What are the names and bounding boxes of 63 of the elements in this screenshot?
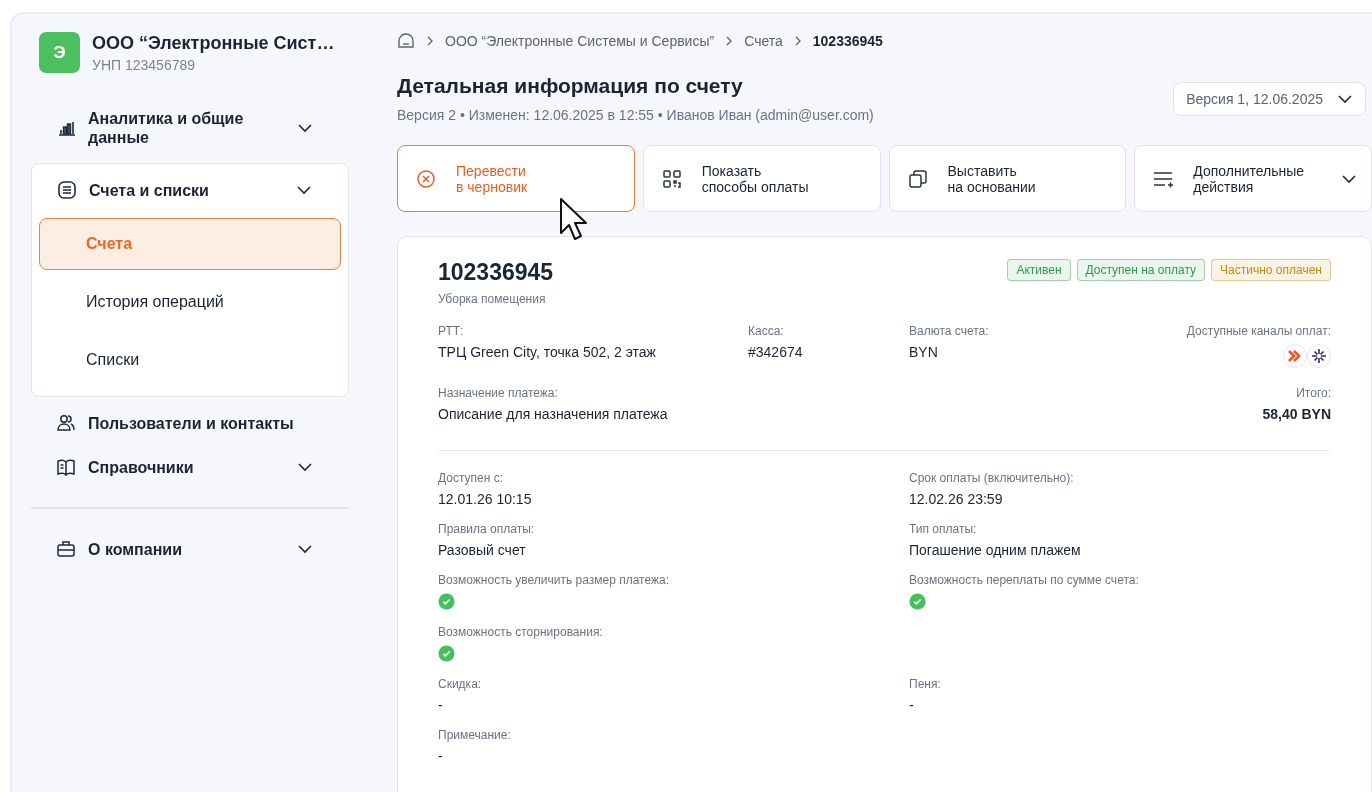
status-badge: Частично оплачен — [1211, 259, 1331, 281]
field-label: Доступен с: — [438, 471, 505, 485]
field-label: Правила оплаты: — [438, 522, 536, 536]
field-label: Возможность увеличить размер платежа: — [438, 573, 670, 587]
company-name: ООО “Электронные Сист… — [92, 32, 335, 54]
breadcrumb-link[interactable]: 102336945 — [812, 33, 883, 49]
field-value: #342674 — [748, 344, 804, 360]
briefcase-icon — [56, 539, 76, 559]
version-info: Версия 2 • Изменен: 12.06.2025 в 12:55 • Иванов Иван (admin@user.com) — [397, 107, 874, 123]
field-label: Касса: — [748, 324, 785, 338]
action-button[interactable]: Показать способы оплаты — [642, 145, 881, 212]
sidebar-item[interactable]: Пользователи и контакты — [31, 401, 349, 445]
field-label: Итого: — [1296, 386, 1331, 400]
total-amount: 58,40 BYN — [1262, 406, 1331, 422]
sidebar-item[interactable]: Счета и списки — [39, 168, 341, 212]
field-label: Примечание: — [438, 728, 512, 742]
field-value: BYN — [909, 344, 939, 360]
field-value: - — [909, 697, 915, 713]
field-value: - — [438, 748, 444, 764]
field-label: Назначение платежа: — [438, 386, 559, 400]
field-value: Описание для назначения платежа — [438, 406, 669, 422]
users-icon — [56, 413, 76, 433]
double-chevron-logo-icon — [1283, 344, 1307, 368]
field-label: Тип оплаты: — [909, 522, 978, 536]
field-label: Срок оплаты (включительно): — [909, 471, 1075, 485]
field-value: ТРЦ Green City, точка 502, 2 этаж — [438, 344, 657, 360]
field-label: Доступные каналы оплат: — [1186, 324, 1331, 338]
sidebar-item[interactable]: Справочники — [31, 445, 349, 489]
field-value: - — [438, 697, 444, 713]
sidebar-item[interactable]: О компании — [31, 527, 349, 571]
book-icon — [56, 457, 76, 477]
sidebar-subitem[interactable]: Списки — [39, 334, 341, 386]
field-label: Скидка: — [438, 677, 483, 691]
field-label: РТТ: — [438, 324, 465, 338]
field-label: Валюта счета: — [909, 324, 989, 338]
copy-icon — [907, 168, 928, 189]
field-label: Возможность переплаты по сумме счета: — [909, 573, 1140, 587]
chevron-right-icon — [425, 36, 435, 46]
status-badge: Доступен на оплату — [1076, 259, 1206, 281]
breadcrumb-link[interactable]: Счета — [744, 33, 783, 49]
cancel-circle-icon — [416, 168, 436, 189]
page-title: Детальная информация по счету — [397, 74, 744, 98]
action-button[interactable]: Дополнительные действия — [1134, 145, 1372, 212]
qr-code-icon — [661, 168, 682, 189]
field-value: Разовый счет — [438, 542, 527, 558]
field-value: Погашение одним плажем — [909, 542, 1082, 558]
company-unp: УНП 123456789 — [92, 56, 197, 73]
invoice-description: Уборка помещения — [438, 292, 547, 306]
invoice-number: 102336945 — [438, 259, 554, 286]
status-badge: Активен — [1007, 259, 1071, 281]
field-value: 12.01.26 10:15 — [438, 491, 533, 507]
sidebar-item[interactable]: Аналитика и общие данные — [31, 97, 349, 159]
list-icon — [57, 180, 77, 200]
home-icon[interactable] — [397, 32, 415, 50]
company-avatar: Э — [39, 32, 80, 73]
version-select[interactable]: Версия 1, 12.06.2025 — [1173, 82, 1366, 116]
action-button[interactable]: Выставить на основании — [888, 145, 1127, 212]
field-value: 12.02.26 23:59 — [909, 491, 1004, 507]
field-label: Пеня: — [909, 677, 942, 691]
field-label: Возможность сторнирования: — [438, 625, 604, 639]
sidebar-subitem[interactable]: История операций — [39, 276, 341, 328]
breadcrumb-link[interactable]: ООО “Электронные Системы и Сервисы” — [445, 33, 715, 49]
star-logo-icon — [1307, 344, 1331, 368]
